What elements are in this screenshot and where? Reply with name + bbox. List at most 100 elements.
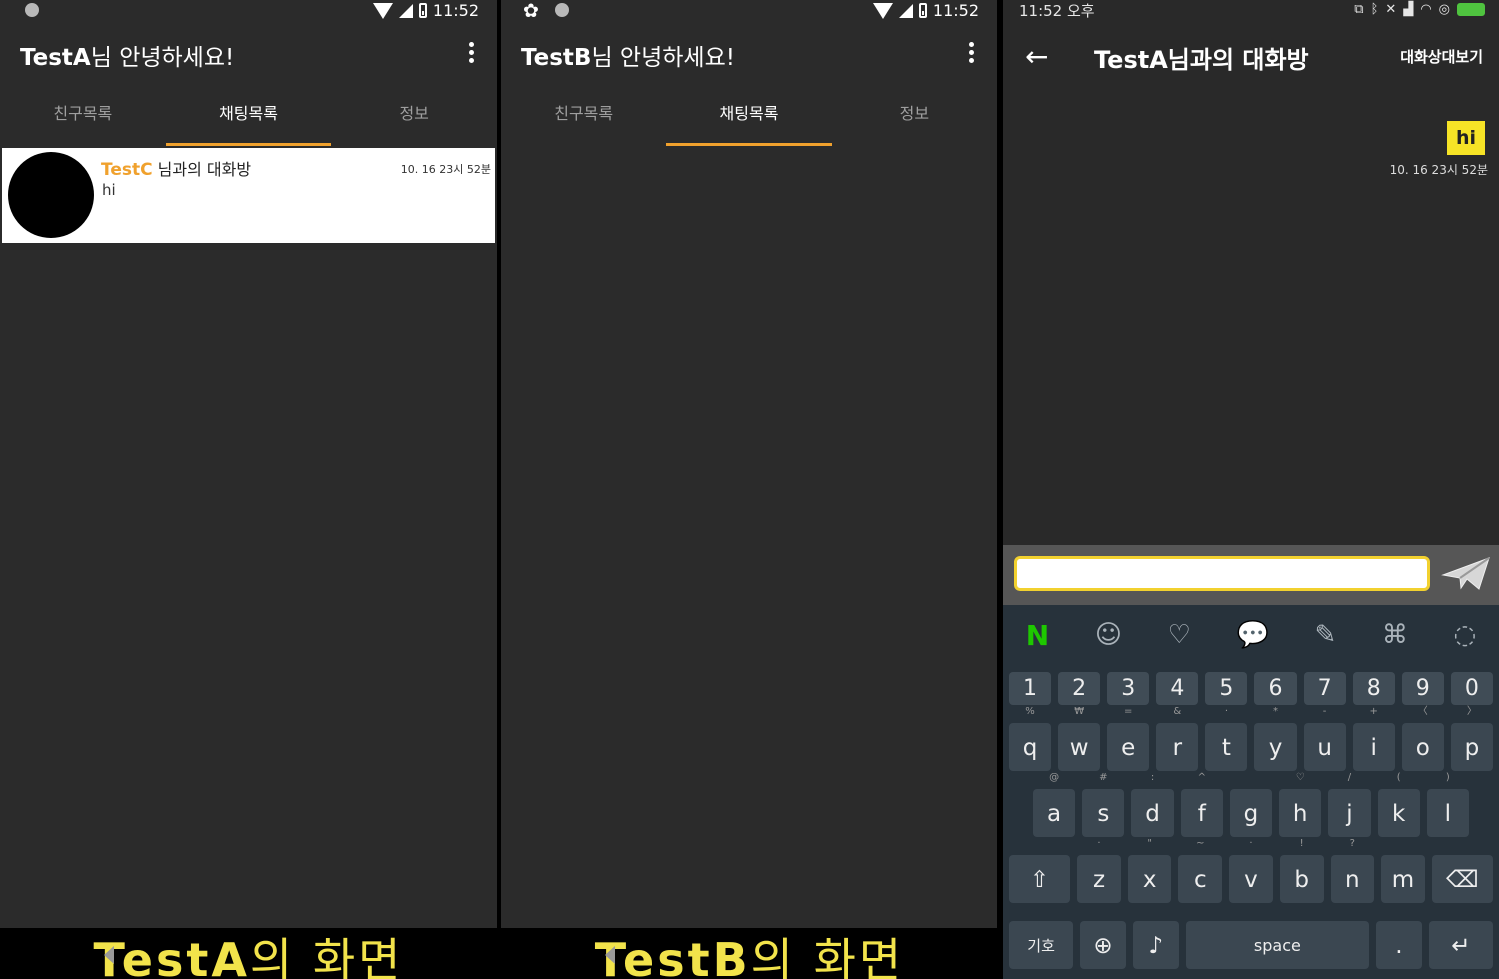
key-f[interactable]: ^ f: [1180, 773, 1223, 837]
overflow-menu-icon[interactable]: [467, 42, 475, 66]
message-input[interactable]: [1014, 556, 1430, 591]
speech-icon[interactable]: 💬: [1236, 620, 1268, 650]
key-u[interactable]: -u: [1303, 707, 1346, 771]
key-hint: -: [1322, 706, 1327, 717]
avatar: [8, 152, 94, 238]
symbol-key[interactable]: 기호: [1009, 921, 1074, 969]
key-7[interactable]: 7: [1303, 672, 1346, 705]
tab-chats[interactable]: 채팅목록: [666, 96, 832, 146]
key-0[interactable]: 0: [1450, 672, 1493, 705]
key-label: k: [1391, 801, 1406, 827]
key-v[interactable]: · v: [1229, 839, 1273, 903]
key-hint: ·: [1097, 838, 1101, 849]
heart-icon[interactable]: ♡: [1168, 620, 1191, 650]
emoji-icon[interactable]: ☺: [1095, 620, 1122, 650]
caption-rest: 의 화면: [249, 933, 404, 979]
chat-list-item[interactable]: TestC 님과의 대화방 10. 16 23시 52분 hi: [2, 148, 495, 243]
key-label: v: [1244, 867, 1258, 893]
greeting-suffix: 님 안녕하세요!: [591, 45, 735, 71]
key-label: 9: [1415, 676, 1430, 701]
chat-room-suffix: 님과의 대화방: [152, 160, 252, 179]
back-arrow-icon[interactable]: ←: [1025, 40, 1048, 73]
overflow-menu-icon[interactable]: [967, 42, 975, 66]
key-y[interactable]: * y: [1254, 707, 1297, 771]
key-hint: ): [1445, 772, 1450, 783]
key-3[interactable]: 3: [1107, 672, 1150, 705]
view-partner-button[interactable]: 대화상대보기: [1400, 46, 1483, 67]
key-w[interactable]: ₩ w: [1058, 707, 1101, 771]
key-i[interactable]: + i: [1352, 707, 1395, 771]
translate-icon[interactable]: ⌘: [1382, 620, 1408, 650]
key-label: q: [1022, 735, 1038, 761]
key-g[interactable]: g: [1229, 789, 1273, 837]
key-a[interactable]: @ a: [1033, 773, 1076, 837]
key-label: a: [1047, 801, 1062, 827]
mic-icon[interactable]: ♪: [1132, 921, 1179, 969]
tab-chats[interactable]: 채팅목록: [165, 96, 332, 146]
phone-screen-testb: ✿ 11:52 TestB님 안녕하세요! 친구목록 채팅목록 정보 TestB…: [501, 0, 997, 979]
tab-friends[interactable]: 친구목록: [0, 96, 166, 146]
phone-screen-testa: 11:52 TestA님 안녕하세요! 친구목록 채팅목록 정보 TestC 님…: [0, 0, 497, 979]
key-h[interactable]: ♡ h: [1279, 773, 1322, 837]
key-d[interactable]: :d: [1131, 773, 1174, 837]
key-m[interactable]: m: [1381, 855, 1425, 903]
key-z[interactable]: · z: [1077, 839, 1121, 903]
key-x[interactable]: " x: [1127, 839, 1172, 903]
key-label: e: [1121, 735, 1136, 761]
key-c[interactable]: ~ c: [1178, 839, 1223, 903]
pen-icon[interactable]: ✎: [1314, 620, 1336, 650]
key-label: 7: [1317, 676, 1332, 701]
caption-name: TestA: [93, 933, 250, 979]
key-o[interactable]: 〈 o: [1401, 707, 1444, 771]
key-r[interactable]: & r: [1156, 707, 1199, 771]
key-4[interactable]: 4: [1156, 672, 1199, 705]
key-t[interactable]: · t: [1205, 707, 1248, 771]
gear-icon: ✿: [523, 0, 539, 22]
key-p[interactable]: 〉 p: [1450, 707, 1493, 771]
key-hint: @: [1049, 772, 1060, 783]
letter-row-2: @ a # s: d ^ f g ♡ h / j(k) l: [1033, 773, 1469, 837]
key-6[interactable]: 6: [1254, 672, 1297, 705]
tab-friends[interactable]: 친구목록: [501, 96, 666, 146]
key-e[interactable]: = e: [1107, 707, 1150, 771]
tab-info[interactable]: 정보: [832, 96, 997, 146]
key-n[interactable]: ? n: [1330, 839, 1375, 903]
key-label: i: [1370, 735, 1377, 761]
key-q[interactable]: % q: [1009, 707, 1052, 771]
key-k[interactable]: (k: [1377, 773, 1420, 837]
key-2[interactable]: 2: [1058, 672, 1101, 705]
enter-key[interactable]: ↵: [1428, 921, 1493, 969]
key-5[interactable]: 5: [1205, 672, 1248, 705]
letter-row-3: ⇧ · z " x ~ c · v! b? n m ⌫: [1009, 839, 1493, 903]
battery-icon: [918, 3, 927, 18]
key-label: d: [1145, 801, 1160, 827]
compose-bar: [1003, 545, 1499, 605]
caption-name: TestB: [594, 933, 751, 979]
key-9[interactable]: 9: [1401, 672, 1444, 705]
key-label: o: [1415, 735, 1430, 761]
status-time: 11:52: [432, 1, 479, 20]
shift-key[interactable]: ⇧: [1009, 855, 1071, 903]
circle-icon[interactable]: ◌: [1453, 620, 1476, 650]
key-label: m: [1391, 867, 1415, 893]
key-j[interactable]: / j: [1328, 773, 1371, 837]
space-key[interactable]: space: [1185, 921, 1370, 969]
naver-icon[interactable]: N: [1026, 619, 1049, 652]
period-key[interactable]: .: [1376, 921, 1422, 969]
key-label: u: [1317, 735, 1332, 761]
send-icon[interactable]: [1439, 555, 1491, 593]
status-icons: ⧉ ᛒ ✕ ▟ ◠ ◎: [1354, 2, 1485, 17]
greeting-title: TestA님 안녕하세요!: [20, 38, 234, 72]
key-1[interactable]: 1: [1009, 672, 1052, 705]
key-label: b: [1294, 867, 1309, 893]
globe-icon[interactable]: ⊕: [1080, 921, 1126, 969]
key-label: 1: [1023, 676, 1038, 701]
key-s[interactable]: # s: [1082, 773, 1125, 837]
key-hint: #: [1099, 772, 1108, 783]
key-l[interactable]: ) l: [1426, 773, 1469, 837]
key-8[interactable]: 8: [1352, 672, 1395, 705]
tab-info[interactable]: 정보: [331, 96, 497, 146]
key-b[interactable]: ! b: [1279, 839, 1324, 903]
caption-testb: TestB의 화면: [501, 924, 997, 979]
backspace-icon[interactable]: ⌫: [1431, 855, 1493, 903]
